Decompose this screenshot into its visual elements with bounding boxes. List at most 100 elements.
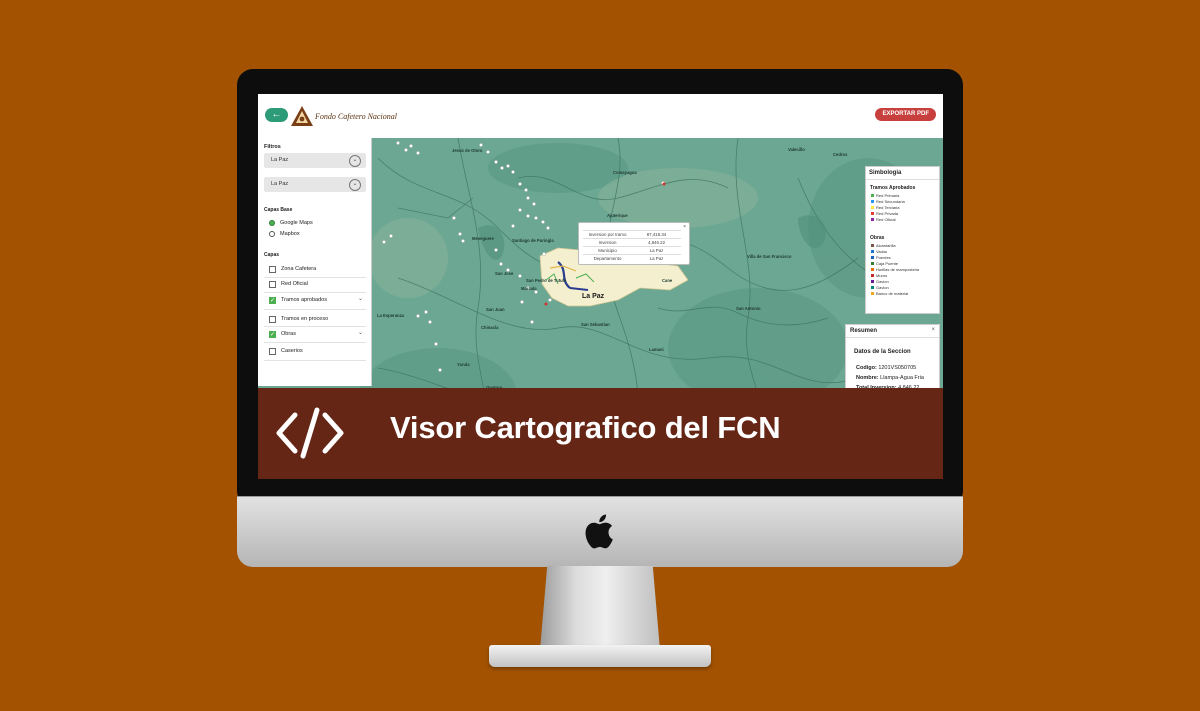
map-city-label: Santiago de Puringla [512, 238, 554, 243]
app-header: ← Fondo Cafetero Nacional EXPORTAR PDF [258, 94, 943, 139]
layers-title: Capas [264, 252, 280, 258]
title-banner: Visor Cartografico del FCN [258, 388, 943, 479]
popup-close-icon[interactable]: × [683, 224, 686, 230]
divider [264, 342, 366, 343]
legend-swatch-icon [871, 194, 874, 198]
monitor-stand-base [489, 645, 711, 667]
map-city-label: San Antonio [736, 306, 761, 311]
divider [264, 309, 366, 310]
divider [264, 277, 366, 278]
legend-item: Muros [871, 273, 887, 278]
legend-swatch-icon [871, 286, 874, 290]
map-city-label: Yarula [457, 362, 470, 367]
map-city-label: Jesus de Otoro [452, 148, 483, 153]
map-city-label: Marcala [521, 286, 537, 291]
department-select[interactable]: La Paz ⌄ [264, 153, 366, 168]
legend-swatch-icon [871, 244, 874, 248]
map-city-label: Ajuterique [607, 213, 628, 218]
legend-item: Gavion [871, 285, 889, 290]
checkbox-checked[interactable]: ✓ [269, 330, 276, 338]
legend-item: Vados [871, 249, 887, 254]
apple-logo-icon [585, 514, 613, 549]
layer-tramos-aprobados[interactable]: ✓ Tramos aprobados [269, 295, 327, 305]
legend-item: Red Secundaria [871, 199, 905, 204]
legend-item: Huellas de mamposteria [871, 267, 919, 272]
summary-name: Nombre: Llampa-Agua Fria [856, 375, 924, 381]
legend-item: Red Oficial [871, 217, 896, 222]
popup-row: Inversion por tramo 87,415.34 [583, 230, 681, 238]
legend-item: Red Primaria [871, 193, 899, 198]
close-icon[interactable]: × [931, 327, 935, 333]
checkbox[interactable] [269, 280, 276, 288]
municipality-select[interactable]: La Paz ⌄ [264, 177, 366, 192]
legend-swatch-icon [871, 200, 874, 204]
chevron-down-icon[interactable]: ⌄ [358, 329, 363, 336]
radio-icon[interactable] [269, 231, 275, 237]
legend-item: Red Terciaria [871, 205, 900, 210]
base-layer-google-maps[interactable]: Google Maps [269, 218, 313, 228]
back-button[interactable]: ← [265, 108, 288, 122]
export-pdf-button[interactable]: EXPORTAR PDF [875, 108, 936, 121]
legend-swatch-icon [871, 250, 874, 254]
legend-swatch-icon [871, 280, 874, 284]
chevron-down-icon[interactable]: ⌄ [358, 295, 363, 302]
legend-swatch-icon [871, 292, 874, 296]
selected-region-label: La Paz [582, 293, 605, 300]
checkbox[interactable] [269, 315, 276, 323]
chevron-down-icon: ⌄ [349, 155, 361, 167]
summary-panel: Resumen × Datos de la Seccion Codigo: 12… [845, 324, 940, 396]
legend-swatch-icon [871, 262, 874, 266]
legend-swatch-icon [871, 268, 874, 272]
map-city-label: Villa de San Francisco [747, 254, 792, 259]
map-city-label: Chinacla [481, 325, 499, 330]
divider [264, 360, 366, 361]
map-city-label: Cedros [833, 152, 848, 157]
layer-zona-cafetera[interactable]: Zona Cafetera [269, 264, 316, 274]
legend-item: Banco de material [871, 291, 908, 296]
legend-title: Simbologia [869, 170, 902, 176]
banner-title: Visor Cartografico del FCN [390, 410, 781, 445]
map-city-label: Valecillo [788, 147, 805, 152]
summary-title: Resumen [850, 328, 878, 334]
map-city-label: Lamani [649, 347, 664, 352]
legend-swatch-icon [871, 256, 874, 260]
base-layers-title: Capas Base [264, 207, 293, 213]
legend-obras-title: Obras [870, 235, 885, 241]
coffee-mountain-logo-icon [291, 106, 313, 126]
municipality-select-value: La Paz [271, 181, 289, 187]
base-layer-mapbox[interactable]: Mapbox [269, 229, 300, 239]
legend-item: Red Privada [871, 211, 898, 216]
layer-obras[interactable]: ✓ Obras [269, 329, 296, 339]
legend-item: Gavion [871, 279, 889, 284]
map-city-label: San Pedro de Tutule [526, 278, 567, 283]
arrow-left-icon: ← [271, 109, 282, 120]
layer-caserios[interactable]: Caserios [269, 346, 303, 356]
checkbox-checked[interactable]: ✓ [269, 296, 276, 304]
legend-swatch-icon [871, 274, 874, 278]
legend-swatch-icon [871, 218, 874, 222]
summary-code: Codigo: 1201VS050705 [856, 365, 917, 371]
divider [264, 326, 366, 327]
filters-panel: Filtros La Paz ⌄ La Paz ⌄ Capas Base Goo… [258, 138, 372, 386]
legend-tramos-title: Tramos Aprobados [870, 185, 916, 191]
divider [846, 337, 939, 338]
layer-tramos-en-proceso[interactable]: Tramos en proceso [269, 314, 328, 324]
layer-red-oficial[interactable]: Red Oficial [269, 279, 308, 289]
map-city-label: San Jose [495, 271, 514, 276]
brand-name: Fondo Cafetero Nacional [315, 111, 397, 121]
radio-selected-icon[interactable] [269, 220, 275, 226]
legend-panel: Simbologia Tramos Aprobados Red Primaria… [865, 166, 940, 314]
legend-item: Puentes [871, 255, 891, 260]
legend-swatch-icon [871, 212, 874, 216]
divider [264, 292, 366, 293]
monitor-stand [540, 566, 660, 650]
map-city-label: Cane [662, 278, 673, 283]
legend-item: Alcantarilla [871, 243, 896, 248]
map-city-label: San Juan [486, 307, 505, 312]
map-city-label: La Esperanza [377, 313, 404, 318]
checkbox[interactable] [269, 265, 276, 273]
map-city-label: Meseguere [472, 236, 494, 241]
checkbox[interactable] [269, 347, 276, 355]
department-select-value: La Paz [271, 157, 289, 163]
popup-row: Municipio La Paz [583, 246, 681, 254]
